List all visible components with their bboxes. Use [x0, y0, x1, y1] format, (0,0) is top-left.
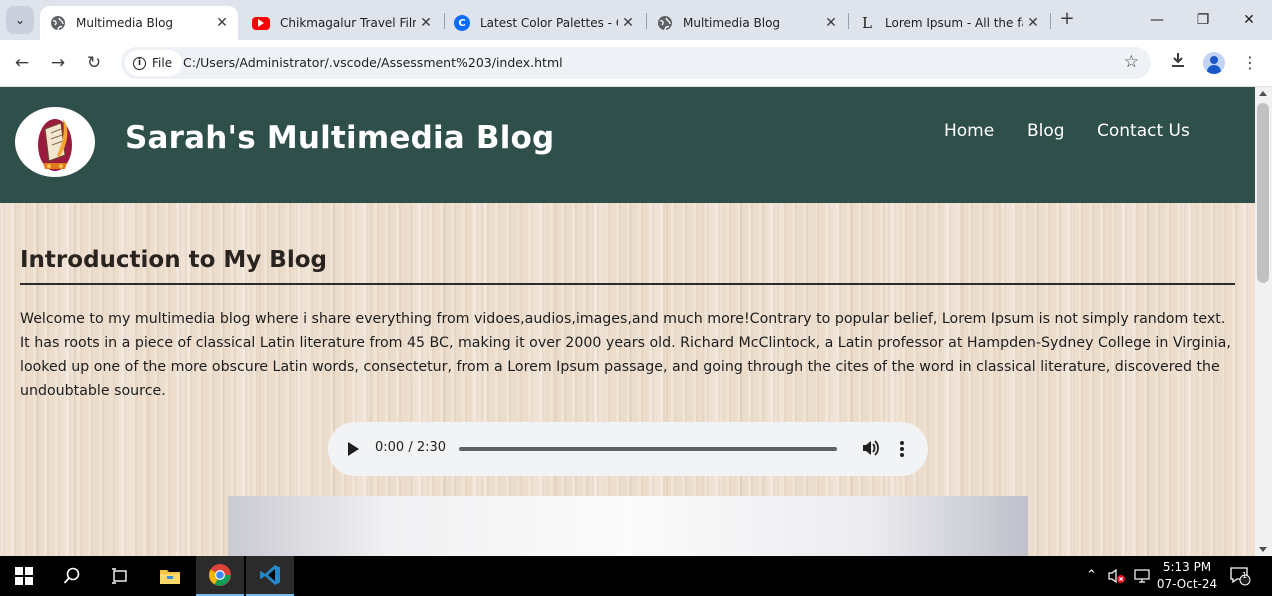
blog-logo-icon[interactable]: [15, 107, 95, 177]
clock-time: 5:13 PM: [1162, 560, 1212, 574]
tab-search-button[interactable]: ⌄: [6, 6, 34, 34]
tab-multimedia-blog-active[interactable]: Multimedia Blog ✕: [40, 6, 238, 40]
tab-title: Latest Color Palettes - Co: [480, 16, 618, 30]
volume-icon[interactable]: [860, 438, 880, 458]
search-icon[interactable]: [48, 556, 96, 596]
media-image: [228, 496, 1028, 556]
close-tab-icon[interactable]: ✕: [212, 15, 232, 31]
tab-color-palettes[interactable]: C Latest Color Palettes - Co ✕: [444, 6, 644, 40]
taskbar-clock[interactable]: 5:13 PM 07-Oct-24: [1152, 559, 1222, 593]
globe-icon: [657, 15, 673, 31]
globe-icon: [50, 15, 66, 31]
file-explorer-icon[interactable]: [146, 556, 194, 596]
audio-time: 0:00 / 2:30: [375, 440, 447, 455]
minimize-button[interactable]: —: [1134, 8, 1180, 32]
tab-youtube[interactable]: Chikmagalur Travel Film | ✕: [242, 6, 442, 40]
profile-avatar-icon[interactable]: [1203, 52, 1225, 74]
nav-contact-link[interactable]: Contact Us: [1097, 121, 1190, 141]
back-arrow-icon[interactable]: ←: [10, 52, 34, 76]
tab-lorem-ipsum[interactable]: L Lorem Ipsum - All the fac ✕: [849, 6, 1049, 40]
vscode-icon[interactable]: [246, 556, 294, 596]
network-icon[interactable]: [1133, 568, 1151, 588]
chevron-up-icon[interactable]: ⌃: [1086, 568, 1097, 583]
new-tab-button[interactable]: +: [1056, 9, 1078, 31]
youtube-icon: [252, 16, 270, 30]
audio-progress-slider[interactable]: [459, 447, 837, 451]
task-view-icon[interactable]: [96, 556, 144, 596]
nav-blog-link[interactable]: Blog: [1027, 121, 1065, 141]
site-info-chip[interactable]: i File: [125, 50, 183, 76]
audio-more-options-icon[interactable]: [900, 441, 904, 457]
volume-muted-icon[interactable]: [1108, 568, 1126, 588]
forward-arrow-icon[interactable]: →: [46, 52, 70, 76]
notification-center-icon[interactable]: 1: [1230, 566, 1252, 590]
site-header: Sarah's Multimedia Blog Home Blog Contac…: [0, 87, 1255, 203]
play-icon[interactable]: [348, 442, 359, 456]
windows-taskbar: ⌃ 5:13 PM 07-Oct-24 1: [0, 556, 1272, 596]
url-text[interactable]: C:/Users/Administrator/.vscode/Assessmen…: [183, 55, 563, 70]
address-bar[interactable]: i File C:/Users/Administrator/.vscode/As…: [121, 47, 1151, 79]
clock-date: 07-Oct-24: [1156, 577, 1218, 591]
chevron-down-icon: ⌄: [14, 13, 26, 27]
tab-separator: [1050, 13, 1051, 29]
tab-title: Multimedia Blog: [76, 16, 174, 30]
audio-player[interactable]: 0:00 / 2:30: [328, 422, 928, 476]
reload-icon[interactable]: ↻: [82, 52, 106, 76]
bookmark-star-icon[interactable]: ☆: [1124, 52, 1139, 72]
heading-divider: [20, 283, 1235, 285]
browser-toolbar: ← → ↻ i File C:/Users/Administrator/.vsc…: [0, 40, 1272, 87]
lipsum-icon: L: [862, 14, 872, 32]
notification-count: 1: [1242, 571, 1248, 580]
chrome-icon[interactable]: [196, 556, 244, 596]
coolors-icon: C: [454, 15, 470, 31]
scroll-down-arrow-icon[interactable]: [1259, 547, 1267, 552]
site-title: Sarah's Multimedia Blog: [125, 120, 555, 156]
tab-title: Chikmagalur Travel Film |: [280, 16, 416, 30]
windows-start-icon[interactable]: [0, 556, 48, 596]
restore-button[interactable]: ❐: [1180, 8, 1226, 32]
close-tab-icon[interactable]: ✕: [416, 15, 436, 31]
close-window-button[interactable]: ✕: [1226, 8, 1272, 32]
section-heading: Introduction to My Blog: [20, 247, 327, 273]
site-info-label: File: [152, 56, 173, 70]
close-tab-icon[interactable]: ✕: [821, 15, 841, 31]
nav-home-link[interactable]: Home: [944, 121, 994, 141]
page-scrollbar[interactable]: [1255, 87, 1272, 556]
chrome-menu-icon[interactable]: ⋮: [1238, 51, 1262, 75]
tab-strip: ⌄ Multimedia Blog ✕ Chikmagalur Travel F…: [0, 0, 1272, 40]
scroll-thumb[interactable]: [1257, 103, 1269, 283]
info-icon: i: [133, 56, 146, 70]
tab-title: Multimedia Blog: [683, 16, 781, 30]
tab-multimedia-blog[interactable]: Multimedia Blog ✕: [647, 6, 847, 40]
download-icon[interactable]: [1166, 51, 1190, 75]
close-tab-icon[interactable]: ✕: [618, 15, 638, 31]
intro-paragraph: Welcome to my multimedia blog where i sh…: [20, 311, 1231, 399]
scroll-up-arrow-icon[interactable]: [1259, 91, 1267, 96]
close-tab-icon[interactable]: ✕: [1023, 15, 1043, 31]
tab-title: Lorem Ipsum - All the fac: [885, 16, 1023, 30]
page-viewport: Sarah's Multimedia Blog Home Blog Contac…: [0, 87, 1255, 556]
